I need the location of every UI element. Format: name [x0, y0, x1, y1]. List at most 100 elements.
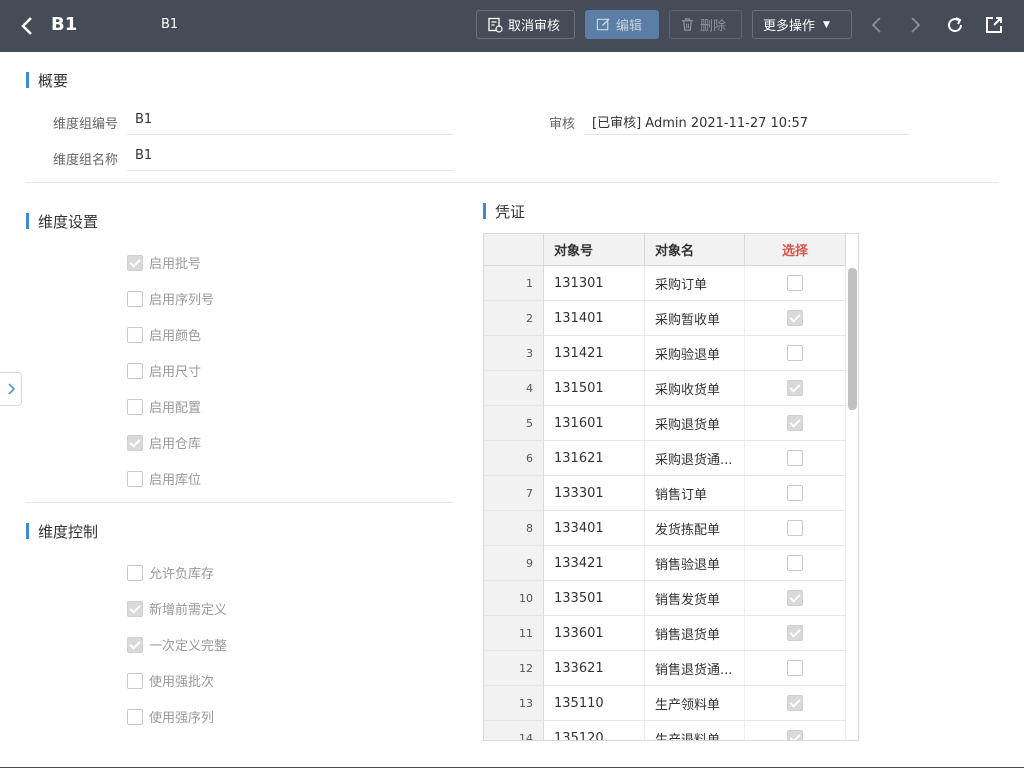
option-row[interactable]: 启用仓库: [127, 433, 201, 452]
row-checkbox[interactable]: [787, 485, 803, 501]
option-row[interactable]: 一次定义完整: [127, 635, 227, 654]
object-name-cell: 采购订单: [645, 266, 745, 300]
row-checkbox[interactable]: [787, 310, 803, 326]
edit-button[interactable]: 编辑: [585, 10, 659, 39]
row-index: 10: [484, 581, 544, 615]
section-title-voucher: 凭证: [483, 201, 525, 222]
table-row[interactable]: 11 133601 销售退货单: [484, 616, 846, 651]
row-index: 13: [484, 686, 544, 720]
object-code-cell: 133301: [544, 476, 645, 510]
name-column-header[interactable]: 对象名: [645, 234, 745, 265]
unaudit-label: 取消审核: [508, 19, 561, 34]
chevron-right-icon: [7, 383, 15, 395]
prev-icon[interactable]: [865, 13, 889, 37]
table-row[interactable]: 5 131601 采购退货单: [484, 406, 846, 441]
option-row[interactable]: 启用颜色: [127, 325, 201, 344]
audit-label: 审核: [548, 117, 575, 132]
object-name-cell: 生产领料单: [645, 686, 745, 720]
checkbox[interactable]: [127, 672, 143, 689]
row-checkbox[interactable]: [787, 345, 803, 361]
table-row[interactable]: 8 133401 发货拣配单: [484, 511, 846, 546]
option-row[interactable]: 新增前需定义: [127, 599, 227, 618]
checkbox[interactable]: [127, 708, 143, 725]
table-row[interactable]: 10 133501 销售发货单: [484, 581, 846, 616]
row-checkbox[interactable]: [787, 520, 803, 536]
table-row[interactable]: 12 133621 销售退货通...: [484, 651, 846, 686]
row-checkbox[interactable]: [787, 730, 803, 740]
back-icon[interactable]: [18, 14, 38, 38]
side-panel-toggle[interactable]: [0, 372, 22, 406]
row-index: 4: [484, 371, 544, 405]
row-checkbox[interactable]: [787, 660, 803, 676]
delete-button[interactable]: 删除: [669, 10, 742, 39]
edit-label: 编辑: [616, 19, 643, 34]
option-label: 一次定义完整: [149, 639, 228, 654]
unaudit-button[interactable]: 取消审核: [476, 10, 575, 39]
index-column-header: [484, 234, 544, 265]
table-row[interactable]: 4 131501 采购收货单: [484, 371, 846, 406]
checkbox[interactable]: [127, 362, 143, 379]
row-checkbox[interactable]: [787, 695, 803, 711]
open-external-icon[interactable]: [982, 13, 1006, 37]
checkbox[interactable]: [127, 326, 143, 343]
checkbox[interactable]: [127, 434, 143, 451]
checkbox[interactable]: [127, 600, 143, 617]
option-row[interactable]: 启用序列号: [127, 289, 214, 308]
option-row[interactable]: 允许负库存: [127, 563, 214, 582]
row-checkbox[interactable]: [787, 555, 803, 571]
section-title-dimension-settings: 维度设置: [26, 211, 98, 232]
table-row[interactable]: 2 131401 采购暂收单: [484, 301, 846, 336]
table-row[interactable]: 13 135110 生产领料单: [484, 686, 846, 721]
checkbox[interactable]: [127, 470, 143, 487]
select-cell: [745, 336, 846, 370]
more-actions-dropdown[interactable]: 更多操作 ▼: [752, 10, 852, 39]
checkbox[interactable]: [127, 398, 143, 415]
row-checkbox[interactable]: [787, 275, 803, 291]
trash-icon: [681, 18, 694, 31]
option-row[interactable]: 启用尺寸: [127, 361, 201, 380]
code-label: 维度组编号: [52, 117, 118, 132]
option-row[interactable]: 使用强批次: [127, 671, 214, 690]
row-index: 8: [484, 511, 544, 545]
code-field[interactable]: B1: [127, 108, 453, 135]
select-cell: [745, 616, 846, 650]
scrollbar-thumb[interactable]: [848, 268, 857, 410]
next-icon[interactable]: [903, 13, 927, 37]
object-name-cell: 销售退货单: [645, 616, 745, 650]
object-name-cell: 生产退料单: [645, 721, 745, 740]
table-row[interactable]: 7 133301 销售订单: [484, 476, 846, 511]
checkbox[interactable]: [127, 636, 143, 653]
row-checkbox[interactable]: [787, 415, 803, 431]
row-checkbox[interactable]: [787, 380, 803, 396]
object-code-cell: 131621: [544, 441, 645, 475]
name-label: 维度组名称: [52, 153, 118, 168]
object-name-cell: 销售发货单: [645, 581, 745, 615]
option-row[interactable]: 启用库位: [127, 469, 201, 488]
row-checkbox[interactable]: [787, 450, 803, 466]
option-row[interactable]: 使用强序列: [127, 707, 214, 726]
object-name-cell: 采购验退单: [645, 336, 745, 370]
row-checkbox[interactable]: [787, 590, 803, 606]
row-index: 3: [484, 336, 544, 370]
select-column-header[interactable]: 选择: [745, 234, 846, 265]
table-row[interactable]: 14 135120 生产退料单: [484, 721, 846, 740]
table-row[interactable]: 1 131301 采购订单: [484, 266, 846, 301]
select-cell: [745, 476, 846, 510]
table-row[interactable]: 9 133421 销售验退单: [484, 546, 846, 581]
object-name-cell: 采购退货通...: [645, 441, 745, 475]
checkbox[interactable]: [127, 290, 143, 307]
object-name-cell: 销售订单: [645, 476, 745, 510]
option-row[interactable]: 启用批号: [127, 253, 201, 272]
checkbox[interactable]: [127, 254, 143, 271]
scrollbar[interactable]: [846, 266, 858, 740]
name-field[interactable]: B1: [127, 144, 453, 171]
table-row[interactable]: 3 131421 采购验退单: [484, 336, 846, 371]
code-column-header[interactable]: 对象号: [544, 234, 645, 265]
option-row[interactable]: 启用配置: [127, 397, 201, 416]
table-row[interactable]: 6 131621 采购退货通...: [484, 441, 846, 476]
object-name-cell: 采购收货单: [645, 371, 745, 405]
row-index: 11: [484, 616, 544, 650]
checkbox[interactable]: [127, 564, 143, 581]
row-checkbox[interactable]: [787, 625, 803, 641]
refresh-icon[interactable]: [943, 13, 967, 37]
